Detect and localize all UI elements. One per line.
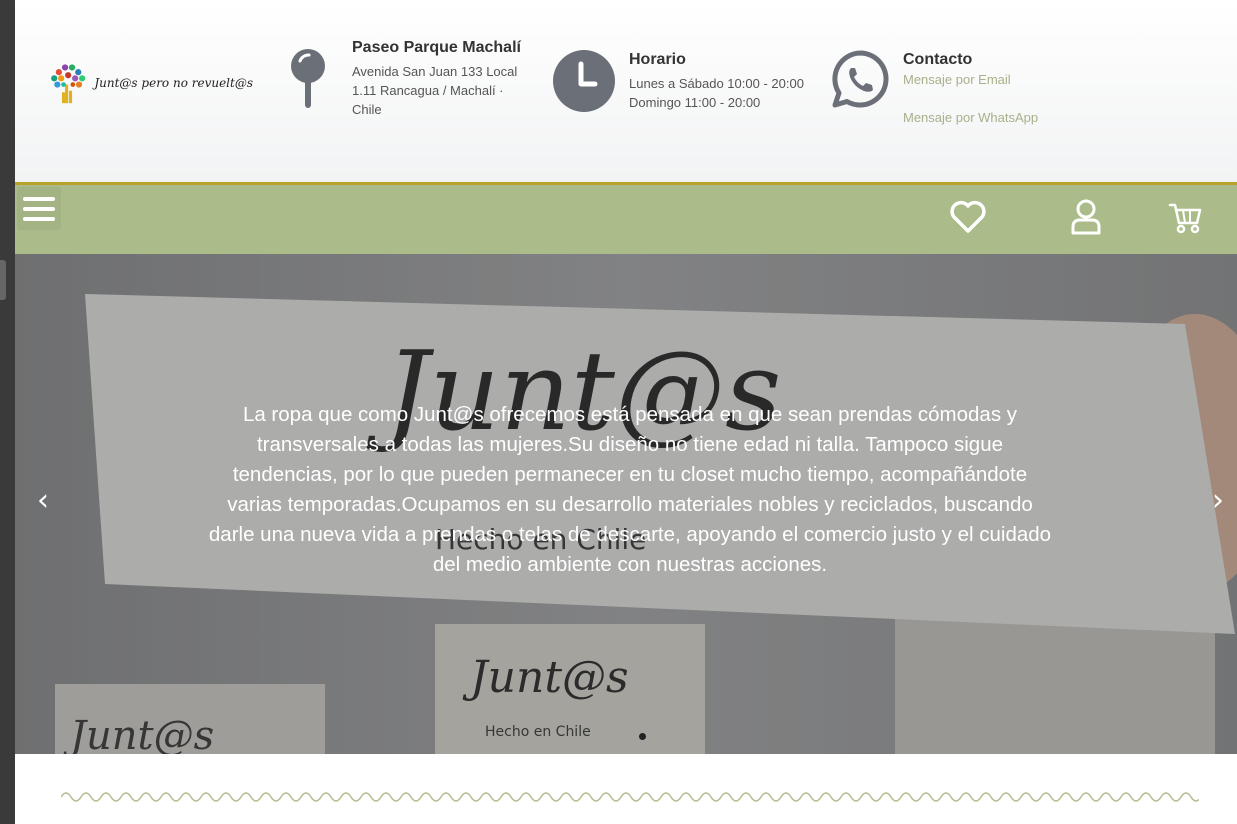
main-navbar	[15, 185, 1237, 254]
hamburger-line	[23, 216, 55, 221]
wavy-divider	[61, 792, 1199, 802]
map-pin-icon	[291, 49, 325, 108]
location-block: Paseo Parque Machalí Avenida San Juan 13…	[288, 38, 528, 119]
hamburger-menu-button[interactable]	[17, 187, 61, 230]
hours-block: Horario Lunes a Sábado 10:00 - 20:00 Dom…	[553, 50, 823, 112]
side-panel-handle[interactable]	[0, 260, 6, 300]
location-address: Avenida San Juan 133 Local 1.11 Rancagua…	[352, 64, 518, 117]
slider-dot[interactable]	[639, 733, 646, 740]
whatsapp-icon	[832, 50, 889, 108]
hours-text: Lunes a Sábado 10:00 - 20:00 Domingo 11:…	[629, 76, 804, 110]
hamburger-line	[23, 206, 55, 211]
logo-text: Junt@s pero no revuelt@s	[94, 76, 253, 90]
slider-next-arrow[interactable]: ›	[1203, 486, 1233, 516]
cart-icon[interactable]	[1168, 199, 1204, 235]
tree-logo-icon	[51, 64, 86, 104]
hamburger-menu-icon	[23, 196, 55, 201]
hero-description: La ropa que como Junt@s ofrecemos está p…	[208, 403, 1052, 576]
hours-title: Horario	[629, 51, 686, 68]
slider-prev-arrow[interactable]: ‹	[28, 486, 58, 516]
site-logo[interactable]: Junt@s pero no revuelt@s	[48, 55, 253, 111]
whatsapp-link[interactable]: Mensaje por WhatsApp	[903, 108, 1038, 127]
email-link[interactable]: Mensaje por Email	[903, 70, 1038, 89]
location-title: Paseo Parque Machalí	[352, 39, 521, 56]
side-panel-edge	[0, 0, 15, 824]
contact-title: Contacto	[903, 51, 973, 68]
clock-icon	[553, 50, 615, 112]
heart-icon[interactable]	[949, 199, 987, 235]
page: Junt@s pero no revuelt@s Paseo Parque Ma…	[15, 0, 1237, 824]
header-topbar: Junt@s pero no revuelt@s Paseo Parque Ma…	[15, 0, 1237, 182]
hero-slider: Junt@s Hecho en Chile Junt@s Hecho en Ch…	[15, 254, 1237, 754]
contact-block: Contacto Mensaje por Email Mensaje por W…	[831, 50, 1091, 127]
user-icon[interactable]	[1070, 199, 1102, 235]
